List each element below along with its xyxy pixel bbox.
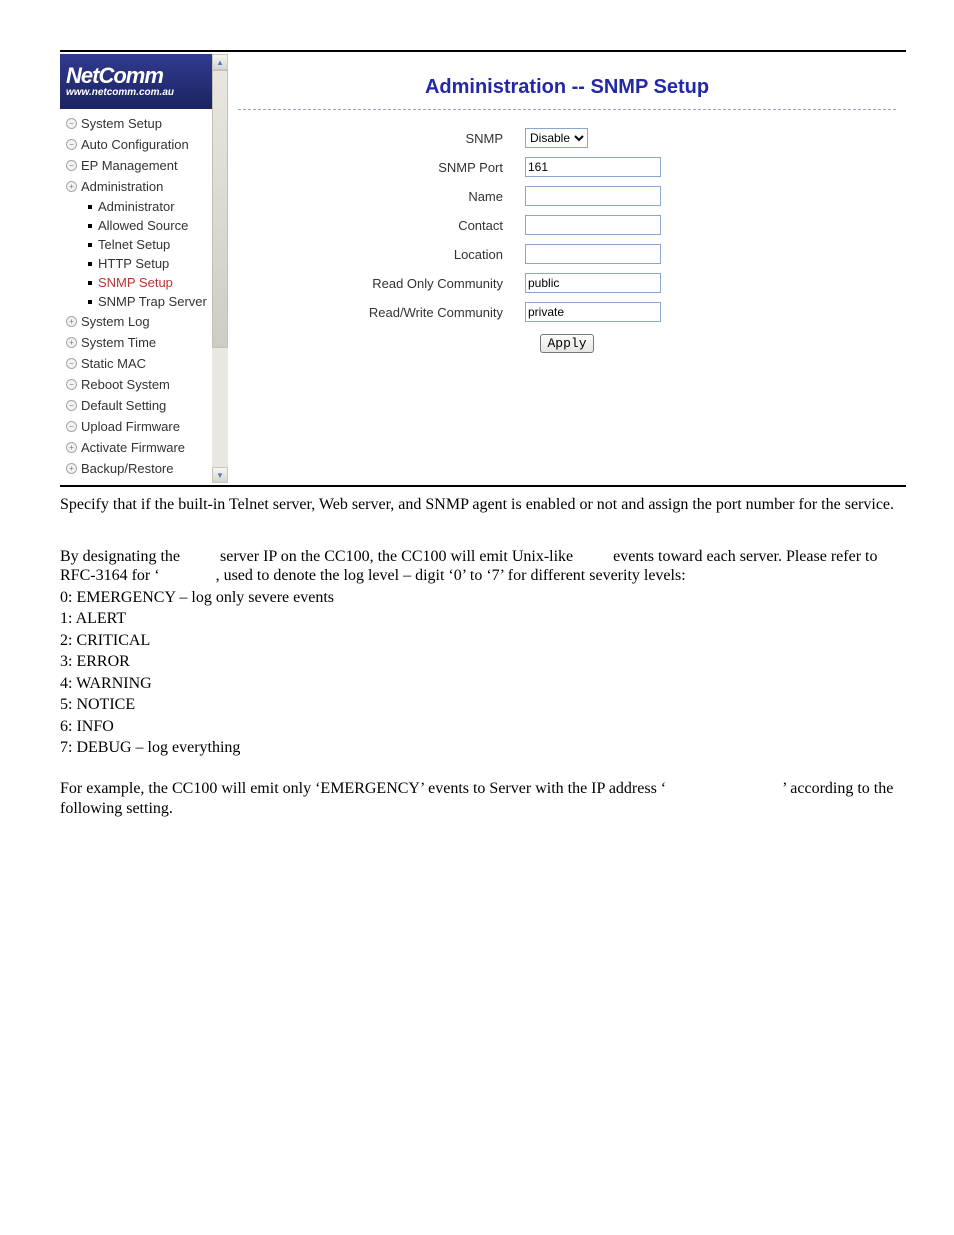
contact-label: Contact [238,218,525,233]
scroll-thumb[interactable] [212,70,228,348]
level-4: 4: WARNING [60,674,906,694]
scroll-track[interactable] [212,70,228,467]
sidebar-item-ep-management[interactable]: − EP Management [62,155,212,176]
bullet-icon [88,281,92,285]
level-3: 3: ERROR [60,652,906,672]
sidebar-item-reboot[interactable]: − Reboot System [62,374,212,395]
sidebar-sub-allowed-source[interactable]: Allowed Source [88,216,212,235]
name-label: Name [238,189,525,204]
logo: NetComm www.netcomm.com.au [60,54,212,109]
paragraph-2: By designating the server IP on the CC10… [60,547,906,586]
sidebar-sub-snmp-setup[interactable]: SNMP Setup [88,273,212,292]
sidebar-item-system-time[interactable]: + System Time [62,332,212,353]
bullet-icon [88,300,92,304]
rw-community-label: Read/Write Community [238,305,525,320]
snmp-port-input[interactable] [525,157,661,177]
logo-brand: NetComm [66,65,212,87]
admin-panel: NetComm www.netcomm.com.au − System Setu… [60,50,906,487]
sidebar-item-label: Auto Configuration [81,137,189,152]
snmp-port-label: SNMP Port [238,160,525,175]
level-7: 7: DEBUG – log everything [60,738,906,758]
sidebar-item-administration[interactable]: + Administration [62,176,212,197]
sidebar-item-label: Upload Firmware [81,419,180,434]
sidebar-item-label: System Setup [81,116,162,131]
sidebar-item-auto-config[interactable]: − Auto Configuration [62,134,212,155]
expand-icon: + [66,181,77,192]
sidebar-item-label: System Log [81,314,150,329]
collapse-icon: − [66,400,77,411]
sidebar-scrollbar[interactable]: ▲ ▼ [212,54,228,483]
level-0: 0: EMERGENCY – log only severe events [60,588,906,608]
nav-tree: − System Setup − Auto Configuration − EP… [60,109,212,483]
rw-community-input[interactable] [525,302,661,322]
main-content: Administration -- SNMP Setup SNMP Disabl… [228,54,906,483]
sidebar-item-static-mac[interactable]: − Static MAC [62,353,212,374]
expand-icon: + [66,463,77,474]
document-body: Specify that if the built-in Telnet serv… [60,495,906,818]
apply-button[interactable]: Apply [540,334,593,353]
logo-url: www.netcomm.com.au [66,87,212,98]
sidebar-item-activate-firmware[interactable]: + Activate Firmware [62,437,212,458]
sidebar-item-label: Allowed Source [98,218,188,233]
level-2: 2: CRITICAL [60,631,906,651]
sidebar-sub-telnet-setup[interactable]: Telnet Setup [88,235,212,254]
collapse-icon: − [66,379,77,390]
sidebar-item-upload-firmware[interactable]: − Upload Firmware [62,416,212,437]
collapse-icon: − [66,160,77,171]
name-input[interactable] [525,186,661,206]
snmp-select[interactable]: Disable [525,128,588,148]
paragraph-1: Specify that if the built-in Telnet serv… [60,495,906,515]
bullet-icon [88,205,92,209]
sidebar-item-backup-restore[interactable]: + Backup/Restore [62,458,212,479]
scroll-down-icon[interactable]: ▼ [212,467,228,483]
location-label: Location [238,247,525,262]
expand-icon: + [66,337,77,348]
collapse-icon: − [66,139,77,150]
bullet-icon [88,224,92,228]
sidebar-item-label: Activate Firmware [81,440,185,455]
sidebar-item-label: Default Setting [81,398,166,413]
scroll-up-icon[interactable]: ▲ [212,54,228,70]
sidebar-item-label: Reboot System [81,377,170,392]
admin-subnav: Administrator Allowed Source Telnet Setu… [62,197,212,311]
sidebar-item-label: Administration [81,179,163,194]
level-1: 1: ALERT [60,609,906,629]
sidebar-sub-snmp-trap[interactable]: SNMP Trap Server [88,292,212,311]
sidebar: NetComm www.netcomm.com.au − System Setu… [60,54,212,483]
sidebar-item-label: SNMP Trap Server [98,294,207,309]
snmp-form: SNMP Disable SNMP Port Name [238,110,896,353]
collapse-icon: − [66,421,77,432]
bullet-icon [88,262,92,266]
sidebar-sub-http-setup[interactable]: HTTP Setup [88,254,212,273]
expand-icon: + [66,442,77,453]
sidebar-item-label: Administrator [98,199,175,214]
level-6: 6: INFO [60,717,906,737]
collapse-icon: − [66,358,77,369]
expand-icon: + [66,316,77,327]
paragraph-3: For example, the CC100 will emit only ‘E… [60,779,906,818]
location-input[interactable] [525,244,661,264]
contact-input[interactable] [525,215,661,235]
ro-community-label: Read Only Community [238,276,525,291]
sidebar-item-label: Telnet Setup [98,237,170,252]
sidebar-item-label: Static MAC [81,356,146,371]
sidebar-item-label: System Time [81,335,156,350]
sidebar-item-label: EP Management [81,158,178,173]
sidebar-item-label: Backup/Restore [81,461,174,476]
bullet-icon [88,243,92,247]
sidebar-sub-administrator[interactable]: Administrator [88,197,212,216]
sidebar-item-label: SNMP Setup [98,275,173,290]
sidebar-item-default-setting[interactable]: − Default Setting [62,395,212,416]
page-title: Administration -- SNMP Setup [238,54,896,110]
sidebar-item-label: HTTP Setup [98,256,169,271]
collapse-icon: − [66,118,77,129]
level-5: 5: NOTICE [60,695,906,715]
snmp-label: SNMP [238,131,525,146]
ro-community-input[interactable] [525,273,661,293]
sidebar-item-system-setup[interactable]: − System Setup [62,113,212,134]
sidebar-item-system-log[interactable]: + System Log [62,311,212,332]
